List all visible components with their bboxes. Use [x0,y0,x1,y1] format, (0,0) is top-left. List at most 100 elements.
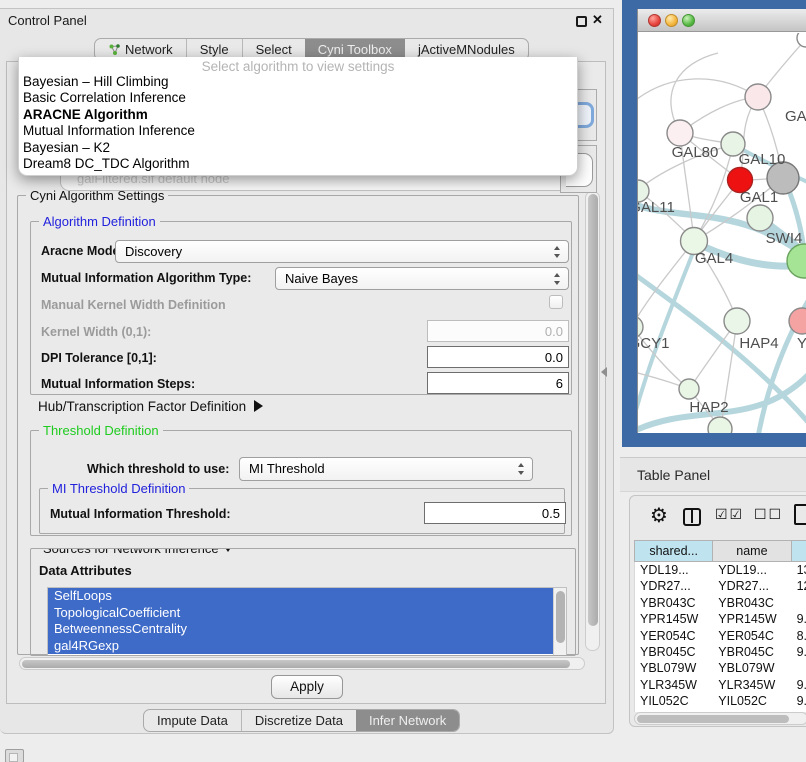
table-row[interactable]: YIL052CYIL052C9. [635,693,806,709]
algorithm-option[interactable]: Mutual Information Inference [19,123,577,139]
window-zoom-button[interactable] [682,14,695,27]
table-row[interactable]: YLR345WYLR345W9. [635,677,806,693]
spinner-arrows-icon [518,463,525,475]
table-cell: YIL052C [635,693,713,709]
expand-arrow-icon [254,400,263,412]
algorithm-option[interactable]: Basic Correlation Inference [19,90,577,106]
deselect-all-columns-icon[interactable]: ☐☐ [754,507,783,523]
close-panel-icon[interactable]: ✕ [592,12,603,28]
table-panel-title: Table Panel [637,467,710,483]
tab-infer-network[interactable]: Infer Network [356,710,459,731]
tab-discretize-data[interactable]: Discretize Data [241,710,356,731]
group-title: Sources for Network Inference [39,548,238,556]
table-column-header[interactable]: shared... [635,541,713,561]
kernel-width-input[interactable] [427,320,569,342]
list-scrollbar[interactable] [553,588,566,656]
threshold-type-select[interactable]: MI Threshold [239,457,533,481]
table-row[interactable]: YPR145WYPR145W9. [635,611,806,627]
dpi-tolerance-input[interactable] [427,346,569,368]
mi-steps-input[interactable] [427,372,569,394]
table-row[interactable]: YER054CYER054C8. [635,628,806,644]
table-row[interactable]: YDL19...YDL19...13 [635,562,806,578]
aracne-mode-label: Aracne Mode: [41,244,124,258]
network-node[interactable] [747,205,773,231]
window-minimize-button[interactable] [665,14,678,27]
settings-vertical-scrollbar-thumb[interactable] [588,194,598,626]
network-node[interactable] [708,417,732,433]
mi-algorithm-type-select[interactable]: Naive Bayes [275,267,569,290]
table-cell [792,660,806,676]
tab-impute-data[interactable]: Impute Data [144,710,241,731]
algorithm-dropdown-placeholder: Select algorithm to view settings [19,57,577,74]
table-cell: 9. [792,644,806,660]
minimized-panel-icon[interactable] [5,749,24,762]
apply-button[interactable]: Apply [271,675,343,699]
table-cell: YIL052C [713,693,791,709]
spinner-arrows-icon [554,273,561,285]
screen: Control Panel ✕ NetworkStyleSelectCyni T… [0,0,806,762]
select-all-columns-icon[interactable]: ☑☑ [715,507,744,523]
network-node-label: GCY1 [638,335,669,352]
table-horizontal-scrollbar[interactable] [634,712,806,725]
network-node-label: Y [797,335,806,352]
window-close-button[interactable] [648,14,661,27]
panel-title: Control Panel [8,13,87,28]
mi-type-label: Mutual Information Algorithm Type: [41,271,251,285]
algorithm-option[interactable]: Bayesian – K2 [19,140,577,156]
data-attribute-item[interactable]: gal4RGexp [48,638,553,655]
table-cell: YBR043C [635,595,713,611]
algorithm-option[interactable]: ARACNE Algorithm [19,107,577,123]
network-node[interactable] [679,379,699,399]
settings-horizontal-scrollbar-thumb[interactable] [22,660,570,668]
aracne-mode-select[interactable]: Discovery [115,240,569,263]
tab-label: Impute Data [157,710,228,731]
network-node-label: GAL10 [739,151,786,168]
table-column-header[interactable] [792,541,806,561]
export-table-icon[interactable] [794,504,806,525]
panel-splitter-handle[interactable] [601,367,607,377]
network-node[interactable] [667,120,693,146]
spinner-arrows-icon [554,246,561,258]
manual-kernel-width-checkbox[interactable] [549,295,563,309]
group-title: MI Threshold Definition [48,481,189,496]
network-node[interactable] [797,33,806,47]
network-node[interactable] [745,84,771,110]
table-cell: YLR345W [635,677,713,693]
algorithm-option[interactable]: Bayesian – Hill Climbing [19,74,577,90]
column-layout-icon[interactable] [683,508,701,526]
settings-horizontal-scrollbar[interactable] [19,657,585,670]
table-cell: YBR045C [635,644,713,660]
algorithm-dropdown-popup: Select algorithm to view settings Bayesi… [18,57,578,176]
data-attribute-item[interactable]: TopologicalCoefficient [48,605,553,622]
table-cell: 9. [792,693,806,709]
algorithm-option[interactable]: Dream8 DC_TDC Algorithm [19,156,577,172]
node-table: shared...name YDL19...YDL19...13YDR27...… [634,540,806,712]
network-canvas[interactable]: GALGAL80GAL10GAL1GAL11SWI4GAL4GCY1HAP4YH… [638,33,806,433]
table-cell: YPR145W [713,611,791,627]
data-attributes-list: SelfLoopsTopologicalCoefficientBetweenne… [47,587,567,656]
network-node[interactable] [724,308,750,334]
data-attribute-item[interactable]: BetweennessCentrality [48,621,553,638]
table-cell: YER054C [635,628,713,644]
mi-threshold-input[interactable] [424,502,566,524]
table-row[interactable]: YBL079WYBL079W [635,660,806,676]
table-cell: YDL19... [635,562,713,578]
tab-label: Infer Network [369,710,446,731]
table-row[interactable]: YBR045CYBR045C9. [635,644,806,660]
float-window-icon[interactable] [576,16,587,27]
table-horizontal-scrollbar-thumb[interactable] [637,715,789,723]
network-node[interactable] [787,244,806,278]
settings-vertical-scrollbar[interactable] [585,191,600,651]
network-node-label: GAL4 [695,250,733,267]
table-row[interactable]: YDR27...YDR27...12 [635,578,806,594]
table-cell: 12 [792,578,806,594]
hub-definition-section[interactable]: Hub/Transcription Factor Definition [38,399,263,414]
mi-threshold-definition-group: MI Threshold Definition Mutual Informati… [39,488,565,534]
network-node-label: HAP2 [689,399,728,416]
network-node-label: GAL1 [740,189,778,206]
table-column-header[interactable]: name [713,541,791,561]
data-attribute-item[interactable]: SelfLoops [48,588,553,605]
table-row[interactable]: YBR043CYBR043C [635,595,806,611]
list-scrollbar-thumb[interactable] [556,591,565,643]
table-settings-gear-icon[interactable]: ⚙ [650,503,668,527]
